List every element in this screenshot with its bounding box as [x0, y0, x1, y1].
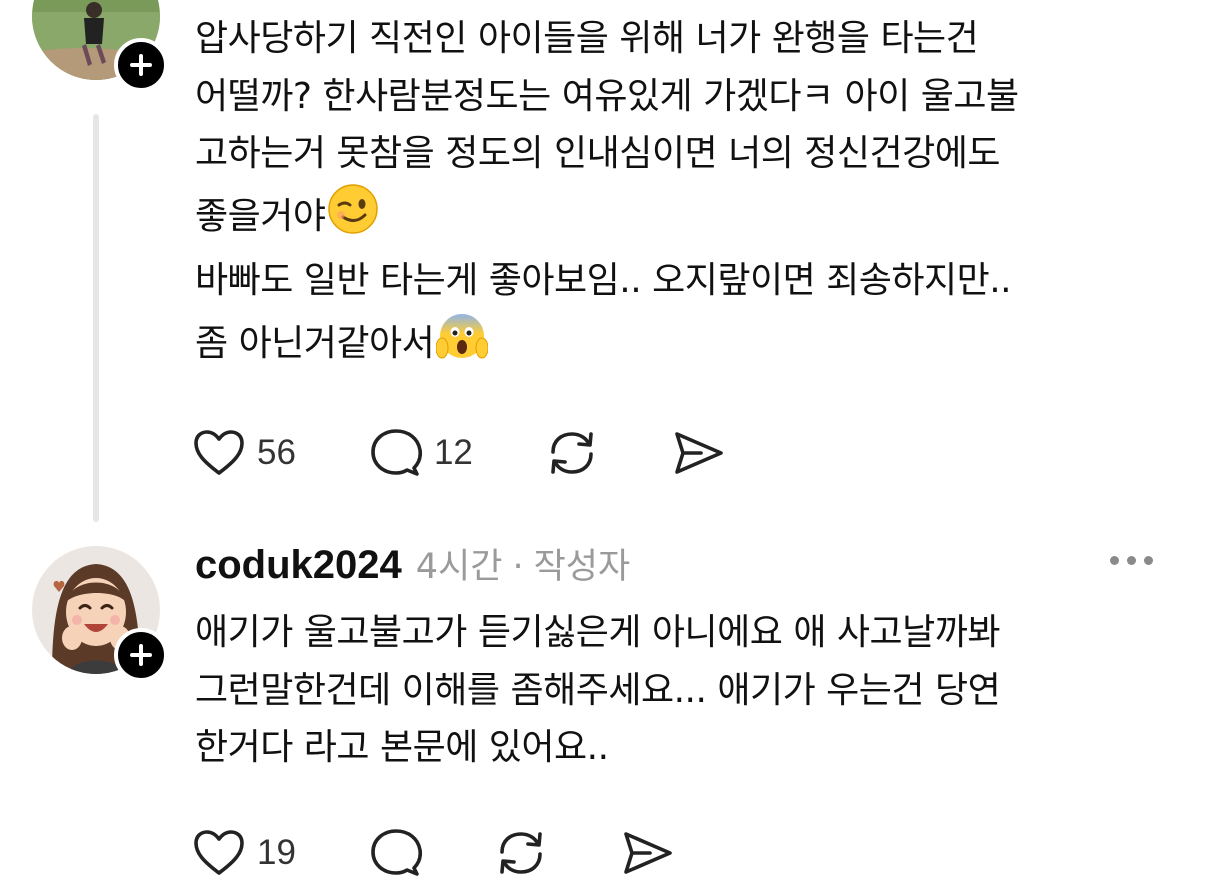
reply-line-text: 좋을거야 [195, 195, 326, 237]
reply-body: 애기가 울고불고가 듣기싫은게 아니에요 애 사고날까봐 그런말한건데 이해를 … [195, 604, 1001, 777]
follow-button[interactable] [114, 628, 168, 682]
heart-icon [194, 830, 244, 875]
winking-face-icon [327, 183, 379, 253]
author-tag: 작성자 [533, 547, 631, 587]
like-count: 19 [257, 833, 296, 872]
more-dot [1144, 556, 1153, 565]
reply-line: 애기가 울고불고가 듣기싫은게 아니에요 애 사고날까봐 [195, 612, 1000, 653]
more-icon[interactable] [1110, 556, 1153, 565]
reply-line: 좋을거야 [195, 183, 1019, 253]
thread-line [93, 114, 99, 522]
follow-button[interactable] [114, 38, 168, 92]
heart-icon [194, 430, 244, 475]
comment-icon [371, 829, 422, 876]
plus-icon [130, 54, 152, 76]
face-screaming-icon [435, 310, 489, 380]
reply-line: 좀 아닌거같아서 [195, 310, 1019, 380]
plus-icon [130, 644, 152, 666]
comment-icon [371, 429, 422, 476]
share-button[interactable] [620, 829, 674, 877]
username[interactable]: coduk2024 [195, 543, 402, 588]
reply-actions: 56 12 [193, 428, 725, 478]
like-button[interactable]: 19 [193, 829, 296, 877]
share-icon [624, 832, 672, 874]
timestamp: 4시간 [415, 547, 503, 587]
reply-body: 압사당하기 직전인 아이들을 위해 너가 완행을 타는건 어떨까? 한사람분정도… [195, 10, 1019, 379]
repost-icon [551, 432, 593, 474]
reply-line: 한거다 라고 본문에 있어요.. [195, 727, 609, 768]
author-avatar[interactable] [32, 546, 168, 682]
meta-separator: · [512, 547, 524, 587]
reply-line: 어떨까? 한사람분정도는 여유있게 가겠다ㅋ 아이 울고불 [195, 75, 1019, 117]
more-dot [1110, 556, 1119, 565]
comment-button[interactable] [370, 828, 422, 878]
reply-line: 고하는거 못참을 정도의 인내심이면 너의 정신건강에도 [195, 133, 1000, 174]
reply-line: 압사당하기 직전인 아이들을 위해 너가 완행을 타는건 [195, 18, 979, 59]
reply-line: 바빠도 일반 타는게 좋아보임.. 오지랖이면 죄송하지만.. [195, 260, 1012, 301]
reply-line-text: 좀 아닌거같아서 [195, 322, 435, 364]
repost-icon [500, 832, 542, 874]
share-button[interactable] [671, 429, 725, 477]
reply-actions: 19 [193, 828, 674, 878]
comment-button[interactable]: 12 [370, 428, 473, 478]
reply-line: 그런말한건데 이해를 좀해주세요... 애기가 우는건 당연 [195, 669, 1001, 711]
more-dot [1127, 556, 1136, 565]
repost-button[interactable] [494, 828, 548, 878]
share-icon [675, 432, 723, 474]
author-row: coduk2024 4시간 · 작성자 [195, 538, 630, 589]
like-count: 56 [257, 433, 296, 472]
avatar[interactable] [32, 0, 168, 92]
reply-count: 12 [433, 433, 473, 472]
repost-button[interactable] [545, 428, 599, 478]
like-button[interactable]: 56 [193, 429, 296, 477]
